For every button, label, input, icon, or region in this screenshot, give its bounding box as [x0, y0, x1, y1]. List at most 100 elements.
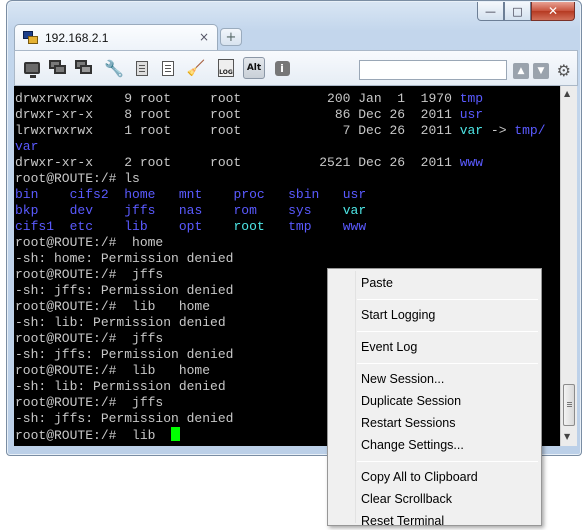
terminal-text: tmp/: [514, 123, 546, 138]
terminal-text: home: [124, 187, 156, 202]
menu-item-copy-all-to-clipboard[interactable]: Copy All to Clipboard: [361, 467, 478, 487]
terminal-line: var: [15, 139, 560, 155]
terminal-text: -sh: lib: Permission denied: [15, 379, 226, 394]
terminal-line: -sh: home: Permission denied: [15, 251, 560, 267]
terminal-text: usr: [342, 187, 367, 202]
terminal-text: -sh: lib: Permission denied: [15, 315, 226, 330]
scroll-up-icon[interactable]: ▲: [564, 89, 570, 98]
settings-wrench-icon[interactable]: 🔧: [103, 57, 125, 79]
menu-item-start-logging[interactable]: Start Logging: [361, 305, 435, 325]
menu-item-event-log[interactable]: Event Log: [361, 337, 417, 357]
terminal-scrollbar[interactable]: ▲ ▼: [560, 86, 577, 446]
close-window-button[interactable]: ✕: [531, 2, 575, 21]
paste-document-icon[interactable]: [157, 57, 179, 79]
alt-key-icon[interactable]: Alt: [243, 57, 265, 79]
session-tab[interactable]: 192.168.2.1 ×: [14, 24, 218, 50]
terminal-text: bin: [15, 187, 39, 202]
terminal-text: root@ROUTE:/# home: [15, 235, 164, 250]
clear-broom-icon[interactable]: 🧹: [185, 57, 207, 79]
terminal-text: root@ROUTE:/# ls: [15, 171, 140, 186]
terminal-line: drwxr-xr-x 8 root root 86 Dec 26 2011 us…: [15, 107, 560, 123]
terminal-text: var: [342, 203, 367, 218]
menu-item-restart-sessions[interactable]: Restart Sessions: [361, 413, 455, 433]
scrollbar-thumb[interactable]: [563, 384, 575, 426]
terminal-text: drwxr-xr-x 8 root root 86 Dec 26 2011: [15, 107, 460, 122]
context-menu: Paste Start Logging Event Log New Session..…: [327, 268, 542, 528]
new-tab-button[interactable]: +: [220, 28, 242, 46]
menu-separator: [357, 461, 538, 462]
info-label: i: [274, 60, 290, 76]
terminal-text: etc: [69, 219, 94, 234]
terminal-text: proc: [233, 187, 265, 202]
terminal-text: rom: [233, 203, 257, 218]
copy-icon[interactable]: [131, 57, 153, 79]
search-up-icon[interactable]: ▲: [513, 63, 529, 79]
search-input[interactable]: [359, 60, 507, 80]
alt-label: Alt: [246, 63, 262, 73]
menu-item-duplicate-session[interactable]: Duplicate Session: [361, 391, 461, 411]
menu-item-reset-terminal[interactable]: Reset Terminal: [361, 511, 444, 530]
terminal-text: lib: [124, 219, 148, 234]
terminal-line: drwxrwxrwx 9 root root 200 Jan 1 1970 tm…: [15, 91, 560, 107]
terminal-line: cifs1 etc lib opt root tmp www: [15, 219, 560, 235]
terminal-cursor: [171, 427, 181, 441]
sessions-icon[interactable]: [73, 57, 95, 79]
maximize-button[interactable]: □: [504, 2, 531, 21]
terminal-text: root@ROUTE:/# jffs: [15, 395, 164, 410]
terminal-text: root@ROUTE:/# lib home: [15, 299, 211, 314]
menu-separator: [357, 299, 538, 300]
scroll-down-icon[interactable]: ▼: [564, 432, 570, 441]
terminal-line: bin cifs2 home mnt proc sbin usr: [15, 187, 560, 203]
menu-separator: [357, 363, 538, 364]
minimize-button[interactable]: —: [477, 2, 504, 21]
duplicate-session-icon[interactable]: [47, 57, 69, 79]
terminal-text: nas: [178, 203, 203, 218]
terminal-text: lrwxrwxrwx 1 root root 7 Dec 26 2011: [15, 123, 460, 138]
menu-item-new-session[interactable]: New Session...: [361, 369, 444, 389]
terminal-text: sbin: [288, 187, 320, 202]
terminal-text: root@ROUTE:/# lib home: [15, 363, 211, 378]
tab-title: 192.168.2.1: [45, 30, 109, 45]
menu-item-paste[interactable]: Paste: [361, 273, 393, 293]
terminal-text: root@ROUTE:/# lib: [15, 428, 172, 443]
terminal-text: tmp: [459, 91, 484, 106]
terminal-line: lrwxrwxrwx 1 root root 7 Dec 26 2011 var…: [15, 123, 560, 139]
terminal-text: -sh: jffs: Permission denied: [15, 411, 234, 426]
terminal-text: www: [459, 155, 484, 170]
terminal-text: www: [342, 219, 367, 234]
terminal-text: -sh: jffs: Permission denied: [15, 347, 234, 362]
terminal-text: drwxrwxrwx 9 root root 200 Jan 1 1970: [15, 91, 460, 106]
search-down-icon[interactable]: ▼: [533, 63, 549, 79]
new-session-icon[interactable]: [21, 57, 43, 79]
log-label: LOG: [218, 59, 234, 77]
terminal-text: drwxr-xr-x 2 root root 2521 Dec 26 2011: [15, 155, 460, 170]
terminal-line: root@ROUTE:/# ls: [15, 171, 560, 187]
terminal-text: cifs2: [69, 187, 109, 202]
log-icon[interactable]: LOG: [215, 57, 237, 79]
menu-item-clear-scrollback[interactable]: Clear Scrollback: [361, 489, 452, 509]
terminal-line: root@ROUTE:/# home: [15, 235, 560, 251]
terminal-line: bkp dev jffs nas rom sys var: [15, 203, 560, 219]
info-icon[interactable]: i: [271, 57, 293, 79]
caption-buttons: — □ ✕: [477, 2, 575, 22]
tab-close-icon[interactable]: ×: [199, 30, 209, 44]
terminal-text: sys: [288, 203, 312, 218]
menu-gutter: [355, 271, 356, 523]
terminal-line: drwxr-xr-x 2 root root 2521 Dec 26 2011 …: [15, 155, 560, 171]
terminal-text: root@ROUTE:/# jffs: [15, 331, 164, 346]
terminal-text: root: [233, 219, 265, 234]
gear-icon[interactable]: ⚙: [557, 61, 571, 80]
menu-item-change-settings[interactable]: Change Settings...: [361, 435, 464, 455]
